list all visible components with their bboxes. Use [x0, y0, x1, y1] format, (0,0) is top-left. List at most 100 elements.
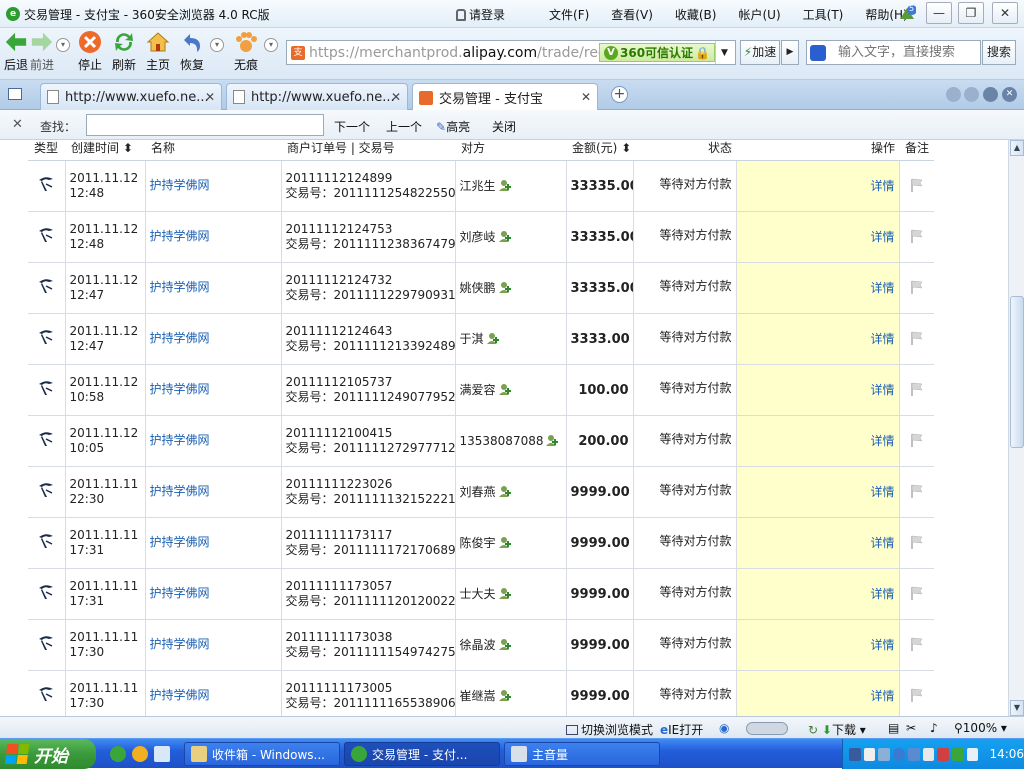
maximize-button[interactable]: ❐	[958, 2, 984, 24]
task-alipay[interactable]: 交易管理 - 支付...	[344, 742, 500, 766]
tray-display-icon[interactable]	[878, 747, 891, 761]
highlight-button[interactable]: ✎高亮	[436, 118, 470, 135]
tab-alipay-trade[interactable]: 交易管理 - 支付宝 ✕	[412, 83, 598, 111]
tray-ime-icon[interactable]	[863, 747, 876, 761]
flag-icon[interactable]	[909, 483, 925, 499]
tab-xuefo-2[interactable]: http://www.xuefo.ne... ✕	[226, 83, 408, 110]
tray-speaker-icon[interactable]	[922, 747, 935, 761]
menu-favorites[interactable]: 收藏(B)	[675, 6, 717, 23]
flag-icon[interactable]	[909, 228, 925, 244]
flag-icon[interactable]	[909, 330, 925, 346]
close-tab-icon[interactable]: ✕	[205, 90, 215, 104]
incognito-dropdown[interactable]: ▾	[264, 38, 278, 52]
details-link[interactable]: 详情	[735, 670, 899, 716]
add-contact-icon[interactable]	[486, 332, 499, 344]
stop-button[interactable]: 停止	[76, 30, 104, 73]
zoom-control[interactable]: ⚲100% ▾	[954, 721, 1007, 735]
add-contact-icon[interactable]	[498, 179, 511, 191]
url-text[interactable]: https://merchantprod.alipay.com/trade/re…	[309, 45, 599, 61]
add-contact-icon[interactable]	[498, 689, 511, 701]
item-name-link[interactable]: 护持学佛网	[144, 262, 281, 314]
start-button[interactable]: 开始	[0, 739, 96, 769]
screenshot-icon[interactable]: ✂	[906, 721, 916, 735]
add-contact-icon[interactable]	[498, 536, 511, 548]
details-link[interactable]: 详情	[735, 211, 899, 263]
add-contact-icon[interactable]	[498, 281, 511, 293]
add-contact-icon[interactable]	[498, 638, 511, 650]
login-link[interactable]: 请登录	[456, 6, 527, 23]
item-name-link[interactable]: 护持学佛网	[144, 364, 281, 416]
search-box[interactable]	[806, 40, 981, 65]
close-find-icon[interactable]: ✕	[12, 117, 23, 132]
refresh-button[interactable]: 刷新	[110, 30, 138, 73]
minimize-button[interactable]: —	[926, 2, 952, 24]
close-tab-icon[interactable]: ✕	[391, 90, 401, 104]
tray-antivirus-icon[interactable]	[937, 747, 950, 761]
new-tab-button[interactable]: +	[611, 86, 628, 103]
flag-icon[interactable]	[909, 636, 925, 652]
scroll-down-icon[interactable]: ▼	[1010, 700, 1024, 716]
add-contact-icon[interactable]	[546, 434, 559, 446]
quicklaunch-qq-icon[interactable]	[132, 746, 148, 762]
item-name-link[interactable]: 护持学佛网	[144, 670, 281, 716]
find-close-button[interactable]: 关闭	[492, 118, 516, 135]
vertical-scrollbar[interactable]: ▲ ▼	[1008, 140, 1024, 716]
menu-file[interactable]: 文件(F)	[549, 6, 589, 23]
details-link[interactable]: 详情	[735, 568, 899, 620]
restore-dropdown[interactable]: ▾	[210, 38, 224, 52]
search-input[interactable]	[828, 45, 968, 60]
forward-button[interactable]: 前进	[28, 30, 56, 73]
scrollbar-thumb[interactable]	[1010, 296, 1024, 448]
address-bar[interactable]: 支 https://merchantprod.alipay.com/trade/…	[286, 40, 736, 65]
find-prev-button[interactable]: 上一个	[386, 118, 422, 135]
item-name-link[interactable]: 护持学佛网	[144, 415, 281, 467]
close-all-tabs-icon[interactable]: ✕	[1002, 87, 1017, 102]
restore-button[interactable]: 恢复	[178, 30, 206, 73]
ie-open-button[interactable]: eIE打开	[660, 721, 703, 738]
item-name-link[interactable]: 护持学佛网	[144, 568, 281, 620]
details-link[interactable]: 详情	[735, 619, 899, 671]
tray-update-icon[interactable]	[907, 747, 920, 761]
sidebar-toggle-icon[interactable]	[8, 88, 22, 100]
add-contact-icon[interactable]	[498, 587, 511, 599]
item-name-link[interactable]: 护持学佛网	[144, 466, 281, 518]
switch-mode-button[interactable]: 切换浏览模式	[566, 721, 653, 738]
item-name-link[interactable]: 护持学佛网	[144, 211, 281, 263]
item-name-link[interactable]: 护持学佛网	[144, 313, 281, 365]
add-contact-icon[interactable]	[498, 230, 511, 242]
task-inbox[interactable]: 收件箱 - Windows...	[184, 742, 340, 766]
history-dropdown[interactable]: ▾	[56, 38, 70, 52]
scroll-up-icon[interactable]: ▲	[1010, 140, 1024, 156]
search-engine-icon[interactable]	[810, 44, 826, 61]
details-link[interactable]: 详情	[735, 364, 899, 416]
add-contact-icon[interactable]	[498, 485, 511, 497]
item-name-link[interactable]: 护持学佛网	[144, 619, 281, 671]
notification-icon[interactable]: 5	[898, 4, 917, 23]
tray-network-icon[interactable]	[849, 747, 861, 761]
incognito-button[interactable]: 无痕	[232, 30, 260, 73]
quicklaunch-desktop-icon[interactable]	[154, 746, 170, 762]
header-amount[interactable]: 金额(元) ⬍	[566, 140, 633, 161]
item-name-link[interactable]: 护持学佛网	[144, 517, 281, 569]
task-volume[interactable]: 主音量	[504, 742, 660, 766]
details-link[interactable]: 详情	[735, 517, 899, 569]
speed-button[interactable]: ⚡加速	[740, 40, 780, 65]
flag-icon[interactable]	[909, 534, 925, 550]
search-button[interactable]: 搜索	[982, 40, 1016, 65]
tray-360-icon[interactable]	[952, 747, 964, 761]
download-button[interactable]: ↻ ⬇下载 ▾	[808, 721, 866, 738]
tab-scroll-left-icon[interactable]	[946, 87, 961, 102]
tray-shield-icon[interactable]	[966, 747, 979, 761]
quicklaunch-360-icon[interactable]	[110, 746, 126, 762]
page-tools-icon[interactable]: ▤	[888, 721, 899, 735]
trusted-cert-badge[interactable]: V 360可信认证 🔒	[599, 43, 716, 62]
flag-icon[interactable]	[909, 177, 925, 193]
close-window-button[interactable]: ✕	[992, 2, 1018, 24]
tab-scroll-right-icon[interactable]	[964, 87, 979, 102]
back-button[interactable]: 后退	[2, 30, 30, 73]
home-button[interactable]: 主页	[144, 30, 172, 73]
close-tab-icon[interactable]: ✕	[581, 90, 591, 104]
go-arrow-icon[interactable]: ▶	[781, 40, 799, 65]
menu-account[interactable]: 帐户(U)	[738, 6, 780, 23]
tray-qq-icon[interactable]	[893, 747, 905, 761]
